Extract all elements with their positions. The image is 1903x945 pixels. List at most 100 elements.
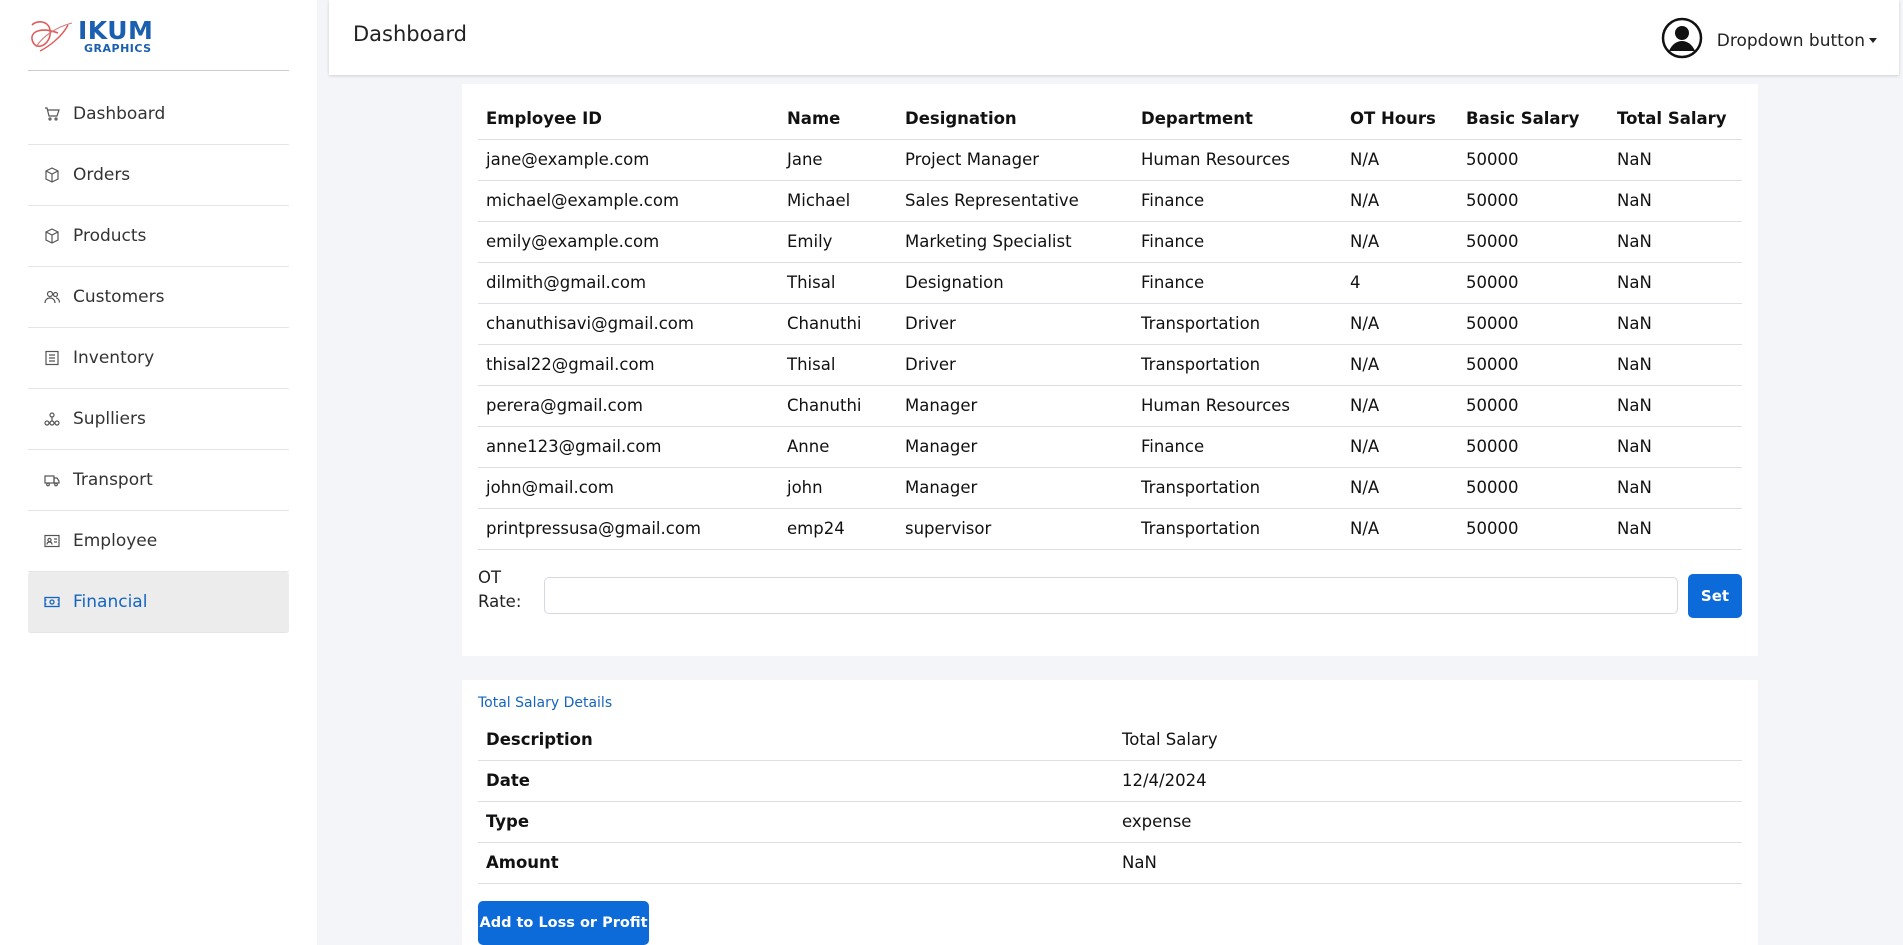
cell-total-salary: NaN xyxy=(1609,303,1742,345)
column-header: Designation xyxy=(897,98,1133,140)
cell-basic-salary: 50000 xyxy=(1458,303,1609,345)
employee-table-body: jane@example.com Jane Project Manager Hu… xyxy=(478,139,1742,550)
employee-salary-card: Employee ID Name Designation Department … xyxy=(462,84,1758,656)
sidebar-item-label: Transport xyxy=(73,470,153,490)
table-row: thisal22@gmail.com Thisal Driver Transpo… xyxy=(478,344,1742,386)
detail-value: expense xyxy=(1114,801,1742,843)
detail-key: Amount xyxy=(478,842,1114,884)
detail-key: Date xyxy=(478,760,1114,802)
table-row: emily@example.com Emily Marketing Specia… xyxy=(478,221,1742,263)
cell-designation: Driver xyxy=(897,303,1133,345)
cart-icon xyxy=(43,105,61,123)
add-to-loss-or-profit-button[interactable]: Add to Loss or Profit xyxy=(478,901,649,945)
cell-total-salary: NaN xyxy=(1609,508,1742,550)
cell-department: Finance xyxy=(1133,262,1342,304)
cell-designation: Sales Representative xyxy=(897,180,1133,222)
sidebar-item-label: Customers xyxy=(73,287,165,307)
column-header: Department xyxy=(1133,98,1342,140)
cell-total-salary: NaN xyxy=(1609,221,1742,263)
sidebar-item-orders[interactable]: Orders xyxy=(28,145,289,206)
truck-icon xyxy=(43,471,61,489)
sidebar-item-suppliers[interactable]: Suplliers xyxy=(28,389,289,450)
top-bar: Dashboard Dropdown button xyxy=(329,0,1899,75)
cell-employee-id: printpressusa@gmail.com xyxy=(478,508,779,550)
dropdown-label: Dropdown button xyxy=(1716,30,1865,51)
cell-basic-salary: 50000 xyxy=(1458,180,1609,222)
cell-ot-hours: N/A xyxy=(1342,467,1458,509)
user-menu[interactable]: Dropdown button xyxy=(1661,17,1877,64)
brand-sub: GRAPHICS xyxy=(84,42,152,55)
sidebar-item-label: Inventory xyxy=(73,348,155,368)
user-avatar-icon[interactable] xyxy=(1661,17,1703,64)
sidebar-item-products[interactable]: Products xyxy=(28,206,289,267)
sidebar-item-label: Dashboard xyxy=(73,104,166,124)
cell-total-salary: NaN xyxy=(1609,426,1742,468)
brand-name: IKUM xyxy=(78,16,154,45)
detail-value: 12/4/2024 xyxy=(1114,760,1742,802)
cell-department: Transportation xyxy=(1133,467,1342,509)
sidebar-item-inventory[interactable]: Inventory xyxy=(28,328,289,389)
cell-employee-id: jane@example.com xyxy=(478,139,779,181)
sidebar-item-employee[interactable]: Employee xyxy=(28,511,289,572)
cell-department: Human Resources xyxy=(1133,385,1342,427)
logo-swirl-icon xyxy=(31,21,73,52)
cell-name: Michael xyxy=(779,180,897,222)
cell-designation: supervisor xyxy=(897,508,1133,550)
cell-designation: Marketing Specialist xyxy=(897,221,1133,263)
sidebar-item-label: Orders xyxy=(73,165,131,185)
cell-name: Thisal xyxy=(779,344,897,386)
total-salary-details-card: Total Salary Details Description Total S… xyxy=(462,680,1758,945)
box-icon xyxy=(43,227,61,245)
table-row: michael@example.com Michael Sales Repres… xyxy=(478,180,1742,222)
cell-designation: Designation xyxy=(897,262,1133,304)
cell-department: Finance xyxy=(1133,426,1342,468)
cell-total-salary: NaN xyxy=(1609,180,1742,222)
cell-designation: Project Manager xyxy=(897,139,1133,181)
cell-ot-hours: N/A xyxy=(1342,180,1458,222)
table-row: perera@gmail.com Chanuthi Manager Human … xyxy=(478,385,1742,427)
cell-total-salary: NaN xyxy=(1609,344,1742,386)
cell-employee-id: john@mail.com xyxy=(478,467,779,509)
brand-logo[interactable]: IKUM GRAPHICS xyxy=(28,16,168,56)
set-ot-rate-button[interactable]: Set xyxy=(1688,574,1742,618)
ot-rate-label: OT Rate: xyxy=(478,568,522,611)
detail-key: Type xyxy=(478,801,1114,843)
cell-ot-hours: N/A xyxy=(1342,426,1458,468)
sidebar-item-dashboard[interactable]: Dashboard xyxy=(28,84,289,145)
cell-ot-hours: N/A xyxy=(1342,508,1458,550)
cell-name: emp24 xyxy=(779,508,897,550)
cell-name: Anne xyxy=(779,426,897,468)
sidebar-item-transport[interactable]: Transport xyxy=(28,450,289,511)
sidebar-item-label: Financial xyxy=(73,592,148,612)
dropdown-button[interactable]: Dropdown button xyxy=(1717,31,1877,51)
cell-designation: Manager xyxy=(897,385,1133,427)
box-icon xyxy=(43,166,61,184)
cell-department: Transportation xyxy=(1133,303,1342,345)
sidebar-item-customers[interactable]: Customers xyxy=(28,267,289,328)
detail-key: Description xyxy=(478,719,1114,761)
caret-down-icon xyxy=(1869,38,1877,43)
sidebar-item-label: Suplliers xyxy=(73,409,146,429)
cell-ot-hours: N/A xyxy=(1342,344,1458,386)
sidebar-item-label: Employee xyxy=(73,531,158,551)
cell-total-salary: NaN xyxy=(1609,467,1742,509)
cell-name: Thisal xyxy=(779,262,897,304)
table-row: john@mail.com john Manager Transportatio… xyxy=(478,467,1742,509)
cell-employee-id: emily@example.com xyxy=(478,221,779,263)
cell-department: Transportation xyxy=(1133,508,1342,550)
cell-employee-id: dilmith@gmail.com xyxy=(478,262,779,304)
cell-total-salary: NaN xyxy=(1609,139,1742,181)
table-row: printpressusa@gmail.com emp24 supervisor… xyxy=(478,508,1742,550)
cell-basic-salary: 50000 xyxy=(1458,467,1609,509)
cell-name: Emily xyxy=(779,221,897,263)
cell-employee-id: thisal22@gmail.com xyxy=(478,344,779,386)
table-row: dilmith@gmail.com Thisal Designation Fin… xyxy=(478,262,1742,304)
column-header: Employee ID xyxy=(478,98,779,140)
ot-rate-input[interactable] xyxy=(544,577,1678,614)
cell-ot-hours: N/A xyxy=(1342,221,1458,263)
table-row: chanuthisavi@gmail.com Chanuthi Driver T… xyxy=(478,303,1742,345)
sidebar-item-financial[interactable]: Financial xyxy=(28,572,289,633)
cell-employee-id: michael@example.com xyxy=(478,180,779,222)
cell-total-salary: NaN xyxy=(1609,262,1742,304)
cell-employee-id: anne123@gmail.com xyxy=(478,426,779,468)
